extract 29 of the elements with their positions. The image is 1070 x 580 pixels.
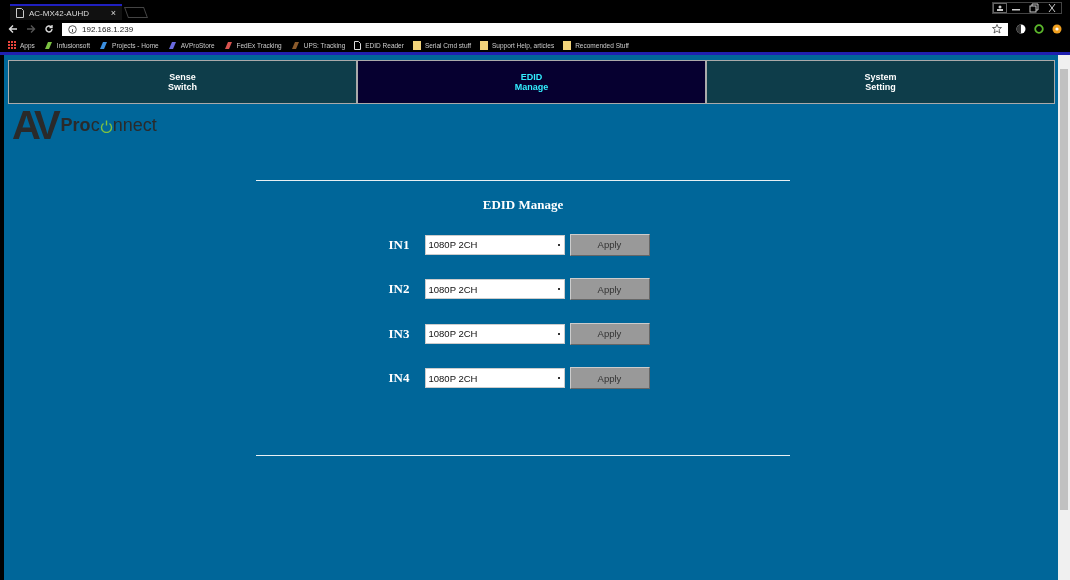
- star-icon[interactable]: [992, 24, 1002, 34]
- edid-dropdown[interactable]: 1080P 2CH: [424, 323, 565, 344]
- browser-tab[interactable]: AC-MX42-AUHD ×: [10, 4, 122, 20]
- input-label: IN1: [388, 236, 411, 253]
- page-icon: [16, 8, 24, 18]
- apply-button[interactable]: Apply: [569, 367, 650, 389]
- power-icon: [99, 119, 113, 133]
- reload-icon[interactable]: [44, 24, 54, 34]
- scrollbar[interactable]: [1058, 55, 1070, 580]
- input-label: IN4: [388, 370, 411, 386]
- back-icon[interactable]: [8, 24, 18, 34]
- tab-title: AC-MX42-AUHD: [29, 8, 89, 18]
- edid-dropdown[interactable]: 1080P 2CH: [424, 368, 565, 388]
- nav-tab[interactable]: EDID Manage: [357, 60, 706, 104]
- edid-dropdown[interactable]: 1080P 2CH: [424, 279, 565, 299]
- close-tab-button[interactable]: ×: [110, 8, 116, 18]
- apply-button[interactable]: Apply: [569, 233, 650, 256]
- section-title: EDID Manage: [482, 197, 564, 213]
- profile-icon[interactable]: [993, 3, 1007, 13]
- info-icon: [68, 24, 77, 34]
- nav-tab[interactable]: System Setting: [706, 60, 1055, 104]
- address-bar[interactable]: 192.168.1.239: [62, 22, 1008, 36]
- apply-button[interactable]: Apply: [569, 278, 650, 300]
- input-label: IN3: [388, 325, 411, 342]
- input-label: IN2: [388, 281, 411, 297]
- nav-tab[interactable]: Sense Switch: [8, 60, 357, 104]
- apply-button[interactable]: Apply: [569, 322, 650, 345]
- edid-dropdown[interactable]: 1080P 2CH: [424, 234, 565, 255]
- extension-icon[interactable]: [1016, 24, 1026, 34]
